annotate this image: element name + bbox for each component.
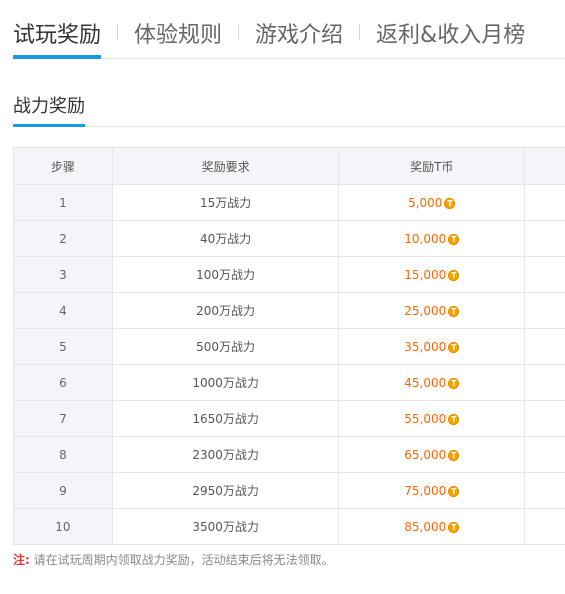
tab-separator [238,24,240,40]
table-row: 6 1000万战力 45,000 T [13,364,565,401]
reward-amount: 25,000 [404,303,447,318]
cell-reward: 85,000 T [338,508,526,545]
reward-table-container: 步骤 奖励要求 奖励T币 1 15万战力 5,000 T 2 40万战力 10,000 T 3 1… [13,147,565,545]
cell-step: 5 [13,328,113,365]
cell-requirement: 3500万战力 [111,508,340,545]
cell-reward: 45,000 T [338,364,526,401]
t-coin-icon: T [448,305,460,317]
reward-amount: 55,000 [404,411,447,426]
table-row: 9 2950万战力 75,000 T [13,472,565,509]
section-title: 战力奖励 [13,88,85,127]
table-row: 5 500万战力 35,000 T [13,328,565,365]
cell-requirement: 2300万战力 [111,436,340,473]
cell-step: 2 [13,220,113,257]
t-coin-icon: T [448,377,460,389]
cell-extra [524,364,565,401]
cell-extra [524,436,565,473]
cell-reward: 75,000 T [338,472,526,509]
cell-step: 1 [13,184,113,221]
cell-step: 10 [13,508,113,545]
cell-extra [524,400,565,437]
t-coin-icon: T [448,521,460,533]
table-header-row: 步骤 奖励要求 奖励T币 [13,147,565,185]
tab-separator [117,24,119,40]
tab-experience-rules[interactable]: 体验规则 [134,0,222,58]
cell-extra [524,508,565,545]
cell-requirement: 1000万战力 [111,364,340,401]
cell-step: 6 [13,364,113,401]
header-reward: 奖励T币 [338,147,526,185]
section-header: 战力奖励 [13,88,565,127]
cell-requirement: 100万战力 [111,256,340,293]
cell-requirement: 40万战力 [111,220,340,257]
cell-extra [524,184,565,221]
footnote: 注: 请在试玩周期内领取战力奖励，活动结束后将无法领取。 [13,551,334,568]
cell-reward: 15,000 T [338,256,526,293]
header-extra [524,147,565,185]
footnote-text: 请在试玩周期内领取战力奖励，活动结束后将无法领取。 [33,553,334,567]
t-coin-icon: T [448,233,460,245]
cell-extra [524,220,565,257]
cell-extra [524,328,565,365]
cell-step: 3 [13,256,113,293]
cell-step: 7 [13,400,113,437]
reward-amount: 10,000 [404,231,447,246]
reward-amount: 65,000 [404,447,447,462]
tab-bar: 试玩奖励 体验规则 游戏介绍 返利&收入月榜 [13,0,565,59]
cell-reward: 25,000 T [338,292,526,329]
t-coin-icon: T [448,449,460,461]
t-coin-icon: T [444,197,456,209]
table-row: 1 15万战力 5,000 T [13,184,565,221]
reward-amount: 15,000 [404,267,447,282]
reward-amount: 35,000 [404,339,447,354]
cell-reward: 55,000 T [338,400,526,437]
reward-amount: 75,000 [404,483,447,498]
tab-game-intro[interactable]: 游戏介绍 [255,0,343,58]
table-row: 3 100万战力 15,000 T [13,256,565,293]
cell-step: 9 [13,472,113,509]
cell-extra [524,256,565,293]
cell-reward: 5,000 T [338,184,526,221]
table-row: 7 1650万战力 55,000 T [13,400,565,437]
cell-reward: 10,000 T [338,220,526,257]
cell-requirement: 1650万战力 [111,400,340,437]
cell-reward: 65,000 T [338,436,526,473]
header-step: 步骤 [13,147,113,185]
table-row: 4 200万战力 25,000 T [13,292,565,329]
t-coin-icon: T [448,485,460,497]
cell-extra [524,472,565,509]
reward-amount: 45,000 [404,375,447,390]
cell-requirement: 500万战力 [111,328,340,365]
cell-requirement: 15万战力 [111,184,340,221]
tab-rebate-ranking[interactable]: 返利&收入月榜 [376,0,525,58]
table-body: 1 15万战力 5,000 T 2 40万战力 10,000 T 3 100万战力 15,000 T 4… [13,184,565,545]
reward-amount: 85,000 [404,519,447,534]
reward-amount: 5,000 [408,195,443,210]
table-row: 2 40万战力 10,000 T [13,220,565,257]
tab-separator [359,24,361,40]
table-row: 8 2300万战力 65,000 T [13,436,565,473]
footnote-label: 注: [13,553,30,567]
cell-step: 8 [13,436,113,473]
cell-reward: 35,000 T [338,328,526,365]
cell-step: 4 [13,292,113,329]
tab-trial-reward[interactable]: 试玩奖励 [13,0,102,59]
t-coin-icon: T [448,269,460,281]
t-coin-icon: T [448,413,460,425]
t-coin-icon: T [448,341,460,353]
table-row: 10 3500万战力 85,000 T [13,508,565,545]
header-requirement: 奖励要求 [111,147,340,185]
reward-table: 步骤 奖励要求 奖励T币 1 15万战力 5,000 T 2 40万战力 10,000 T 3 1… [13,147,565,545]
cell-requirement: 2950万战力 [111,472,340,509]
cell-extra [524,292,565,329]
cell-requirement: 200万战力 [111,292,340,329]
